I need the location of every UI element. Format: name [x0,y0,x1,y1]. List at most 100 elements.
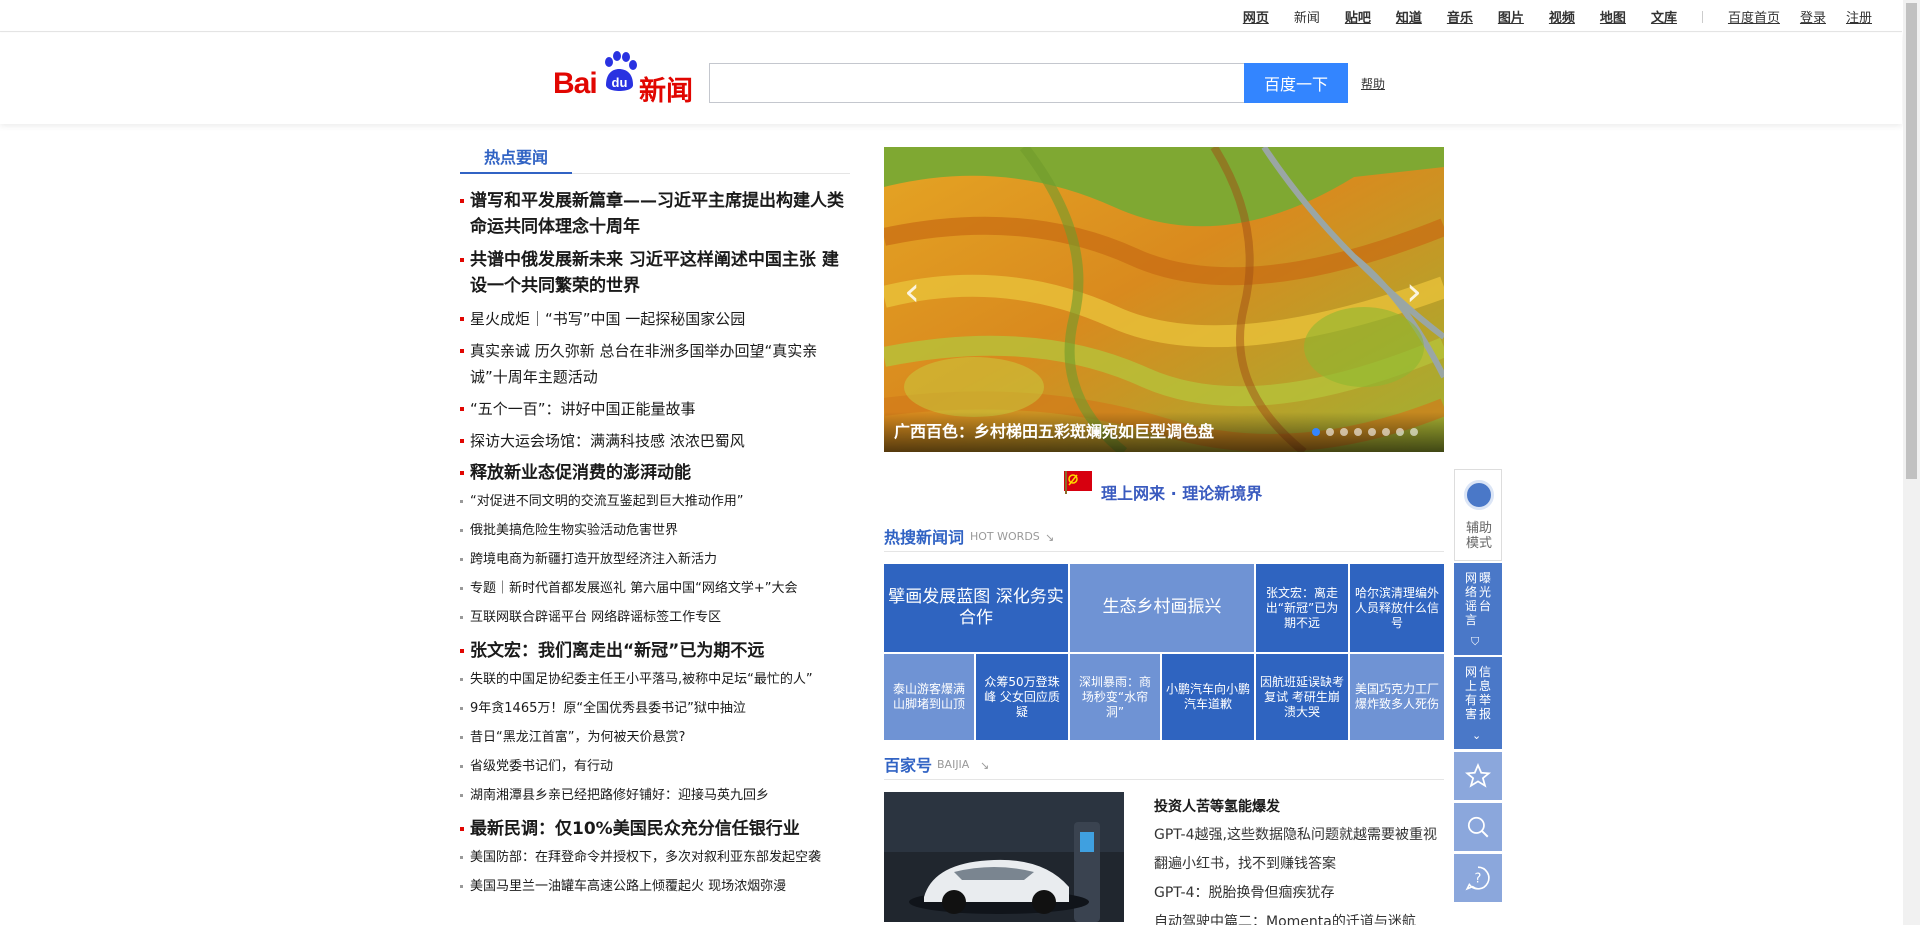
tab-hot-news[interactable]: 热点要闻 [460,144,572,174]
hot-word-tile[interactable]: 深圳暴雨：商场秒变“水帘洞” [1070,654,1160,740]
assist-mode-button[interactable]: 辅助模式 [1454,469,1502,561]
baijia-title[interactable]: 百家号 [884,752,932,776]
photo-carousel[interactable]: ‹ › 广西百色：乡村梯田五彩斑斓宛如巨型调色盘 [884,147,1444,452]
top-nav-link[interactable]: 知道 [1396,7,1422,26]
carousel-dot[interactable] [1410,428,1418,436]
hot-word-tile[interactable]: 擘画发展蓝图 深化务实合作 [884,564,1068,652]
news-link[interactable]: 专题｜新时代首都发展巡礼 第六届中国“网络文学+”大会 [470,581,798,596]
login-link[interactable]: 登录 [1800,7,1826,26]
star-icon [1465,763,1491,788]
news-link[interactable]: 谱写和平发展新篇章——习近平主席提出构建人类命运共同体理念十周年 [470,191,844,237]
top-nav-link[interactable]: 新闻 [1294,7,1320,26]
hot-word-tile[interactable]: 小鹏汽车向小鹏汽车道歉 [1162,654,1254,740]
news-link[interactable]: 湖南湘潭县乡亲已经把路修好铺好：迎接马英九回乡 [470,788,769,803]
help-float-button[interactable]: ? [1454,854,1502,902]
bullet-icon [460,587,463,590]
top-nav-link[interactable]: 视频 [1549,7,1575,26]
carousel-dot[interactable] [1340,428,1348,436]
bullet-icon [460,258,464,262]
hot-word-tile[interactable]: 生态乡村画振兴 [1070,564,1254,652]
news-item: 释放新业态促消费的澎湃动能 [460,460,850,486]
top-nav-link[interactable]: 贴吧 [1345,7,1371,26]
news-link[interactable]: 美国防部：在拜登命令并授权下，多次对叙利亚东部发起空袭 [470,850,821,865]
top-nav-link[interactable]: 地图 [1600,7,1626,26]
news-item: 昔日“黑龙江首富”，为何被天价悬赏? [460,729,850,747]
bullet-icon [460,827,464,831]
search-input[interactable] [709,63,1245,103]
bullet-icon [460,199,464,203]
news-link[interactable]: 昔日“黑龙江首富”，为何被天价悬赏? [470,730,685,745]
top-nav-link[interactable]: 网页 [1243,7,1269,26]
baidu-news-logo[interactable]: Bai du 新闻 [553,51,693,107]
scrollbar-thumb[interactable] [1906,3,1917,479]
theory-banner-text: 理上网来 · 理论新境界 [1101,484,1263,503]
news-link[interactable]: 跨境电商为新疆打造开放型经济注入新活力 [470,552,717,567]
news-link[interactable]: 释放新业态促消费的澎湃动能 [470,463,691,483]
hot-word-tile[interactable]: 泰山游客爆满 山脚堵到山顶 [884,654,974,740]
floating-toolbar: 辅助模式 网络谣言 曝光台 ⛉ 网上有害 信息举报 ⌄ ? [1454,469,1502,902]
hot-news-list: 谱写和平发展新篇章——习近平主席提出构建人类命运共同体理念十周年 共谱中俄发展新未… [460,188,850,896]
news-item: 美国防部：在拜登命令并授权下，多次对叙利亚东部发起空袭 [460,849,850,867]
baijia-image[interactable] [884,792,1124,922]
news-link[interactable]: “五个一百”：讲好中国正能量故事 [470,400,696,418]
bullet-icon [460,885,463,888]
news-link[interactable]: 美国马里兰一油罐车高速公路上倾覆起火 现场浓烟弥漫 [470,879,786,894]
bullet-icon [460,678,463,681]
favorite-button[interactable] [1454,752,1502,800]
baidu-home-link[interactable]: 百度首页 [1728,7,1780,26]
news-link[interactable]: 星火成炬｜“书写”中国 一起探秘国家公园 [470,310,745,328]
carousel-caption[interactable]: 广西百色：乡村梯田五彩斑斓宛如巨型调色盘 [894,418,1214,442]
news-link[interactable]: 失联的中国足协纪委主任王小平落马,被称中足坛“最忙的人” [470,672,813,687]
top-nav-links: 网页 新闻 贴吧 知道 音乐 图片 视频 地图 文库 百度首页 登录 注册 [1218,7,1872,26]
carousel-dot[interactable] [1312,428,1320,436]
baijia-article-link[interactable]: GPT-4越强,这些数据隐私问题就越需要被重视 [1154,824,1437,844]
baijia-headline[interactable]: 投资人苦等氢能爆发 [1154,796,1280,816]
baijia-article-link[interactable]: 自动驾驶中篇二：Momenta的迁道与迷航 [1154,911,1416,925]
carousel-dot[interactable] [1396,428,1404,436]
bullet-icon [460,407,464,411]
bullet-icon [460,471,464,475]
news-item: 真实亲诚 历久弥新 总台在非洲多国举办回望“真实亲诚”十周年主题活动 [460,338,850,390]
header: Bai du 新闻 百度一下 帮助 [0,33,1902,124]
harmful-info-report-button[interactable]: 网上有害 信息举报 ⌄ [1454,657,1502,749]
hot-word-tile[interactable]: 美国巧克力工厂爆炸致多人死伤 [1350,654,1444,740]
vertical-scrollbar[interactable] [1903,0,1920,925]
bullet-icon [460,500,463,503]
search-float-button[interactable] [1454,803,1502,851]
carousel-next-button[interactable]: › [1406,272,1422,312]
news-link[interactable]: 9年贪1465万！原“全国优秀县委书记”狱中抽泣 [470,701,746,716]
theory-banner[interactable]: 理上网来 · 理论新境界 [884,452,1444,522]
hot-words-title[interactable]: 热搜新闻词 [884,524,964,548]
news-link[interactable]: 省级党委书记们，有行动 [470,759,613,774]
help-link[interactable]: 帮助 [1361,75,1385,92]
hot-word-tile[interactable]: 众筹50万登珠峰 父女回应质疑 [976,654,1068,740]
news-link[interactable]: “对促进不同文明的交流互鉴起到巨大推动作用” [470,494,743,509]
search-button[interactable]: 百度一下 [1244,63,1348,103]
top-nav-link[interactable]: 文库 [1651,7,1677,26]
news-link[interactable]: 互联网联合辟谣平台 网络辟谣标签工作专区 [470,610,721,625]
news-link[interactable]: 俄批美搞危险生物实验活动危害世界 [470,523,678,538]
carousel-dot[interactable] [1354,428,1362,436]
news-link[interactable]: 探访大运会场馆：满满科技感 浓浓巴蜀风 [470,432,745,450]
chevron-down-icon: ⌄ [1472,729,1482,742]
news-link[interactable]: 张文宏：我们离走出“新冠”已为期不远 [470,641,764,661]
rumor-exposure-button[interactable]: 网络谣言 曝光台 ⛉ [1454,563,1502,655]
hot-word-tile[interactable]: 哈尔滨清理编外人员释放什么信号 [1350,564,1444,652]
hot-word-tile[interactable]: 因航班延误缺考复试 考研生崩溃大哭 [1256,654,1348,740]
news-link[interactable]: 真实亲诚 历久弥新 总台在非洲多国举办回望“真实亲诚”十周年主题活动 [470,342,817,386]
arrow-icon: ↘ [1045,531,1055,544]
register-link[interactable]: 注册 [1846,7,1872,26]
hot-word-tile[interactable]: 张文宏：离走出“新冠”已为期不远 [1256,564,1348,652]
top-nav-link[interactable]: 图片 [1498,7,1524,26]
carousel-dot[interactable] [1368,428,1376,436]
bullet-icon [460,439,464,443]
baijia-article-link[interactable]: 翻遍小红书，找不到赚钱答案 [1154,853,1336,873]
bullet-icon [460,856,463,859]
news-link[interactable]: 共谱中俄发展新未来 习近平这样阐述中国主张 建设一个共同繁荣的世界 [470,250,839,296]
baijia-article-link[interactable]: GPT-4：脱胎换骨但痼疾犹存 [1154,882,1335,902]
carousel-prev-button[interactable]: ‹ [904,272,920,312]
top-nav-link[interactable]: 音乐 [1447,7,1473,26]
news-link[interactable]: 最新民调：仅10%美国民众充分信任银行业 [470,819,800,839]
carousel-dot[interactable] [1326,428,1334,436]
carousel-dot[interactable] [1382,428,1390,436]
